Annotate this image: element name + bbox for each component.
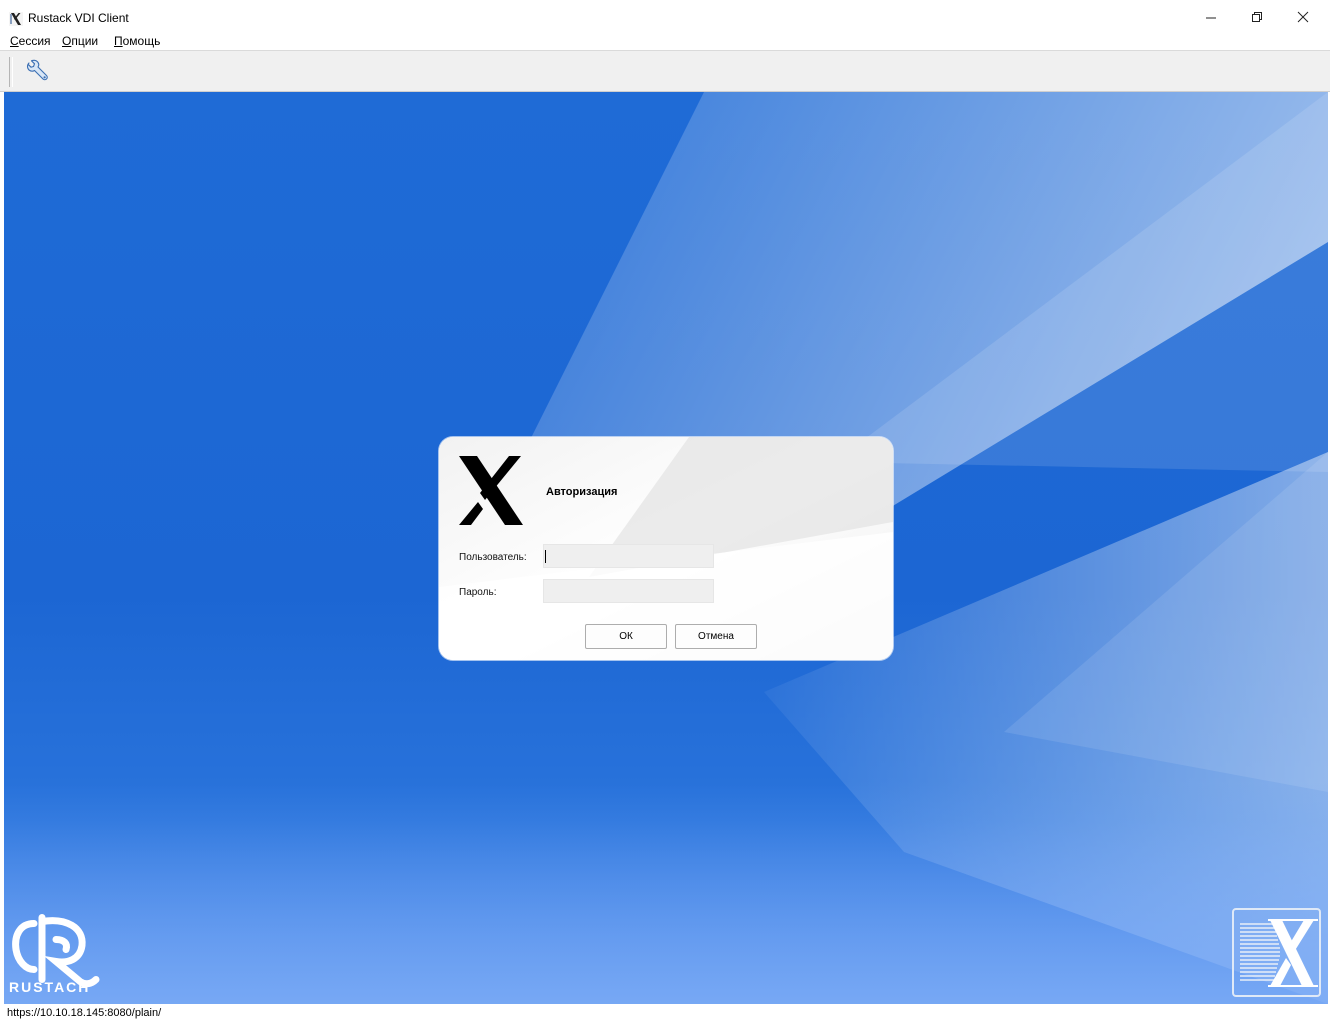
minimize-button[interactable] <box>1188 0 1234 33</box>
cancel-button[interactable]: Отмена <box>675 624 757 649</box>
menu-bar: Сессия Опции Помощь <box>0 32 1330 51</box>
restore-icon <box>1252 11 1262 22</box>
wrench-icon <box>26 59 48 81</box>
x-logo-icon <box>9 12 23 26</box>
toolbar <box>0 51 1330 92</box>
x-badge-icon <box>1240 919 1318 987</box>
ok-button[interactable]: ОК <box>585 624 667 649</box>
close-button[interactable] <box>1280 0 1326 33</box>
minimize-icon <box>1206 17 1216 18</box>
settings-button[interactable] <box>23 58 51 84</box>
title-bar: Rustack VDI Client <box>0 0 1330 33</box>
toolbar-grip[interactable] <box>9 57 13 87</box>
username-label: Пользователь: <box>459 552 527 563</box>
rustack-wordmark: RUSTACH <box>9 979 91 995</box>
menu-options-label: пции <box>71 34 99 48</box>
password-input[interactable] <box>543 579 714 603</box>
password-label: Пароль: <box>459 587 497 598</box>
close-icon <box>1297 11 1309 22</box>
desktop-background: Авторизация Пользователь: Пароль: ОК Отм… <box>4 92 1328 1004</box>
menu-options[interactable]: Опции <box>62 34 98 48</box>
login-dialog: Авторизация Пользователь: Пароль: ОК Отм… <box>439 437 893 660</box>
menu-help[interactable]: Помощь <box>114 34 160 48</box>
menu-options-mnemonic: О <box>62 34 72 48</box>
status-bar: https://10.10.18.145:8080/plain/ <box>0 1004 1330 1021</box>
menu-session-label: ессия <box>18 34 51 48</box>
menu-session[interactable]: Сессия <box>10 34 51 48</box>
window-title: Rustack VDI Client <box>28 11 129 25</box>
x-logo <box>459 456 523 525</box>
x-badge-logo <box>1232 908 1321 997</box>
username-input[interactable] <box>543 544 714 568</box>
restore-button[interactable] <box>1234 0 1280 33</box>
status-url: https://10.10.18.145:8080/plain/ <box>7 1007 162 1019</box>
dialog-title: Авторизация <box>546 486 618 498</box>
text-caret <box>545 550 546 563</box>
menu-help-label: омощь <box>122 34 161 48</box>
menu-help-mnemonic: П <box>114 34 123 48</box>
menu-session-mnemonic: С <box>10 34 19 48</box>
